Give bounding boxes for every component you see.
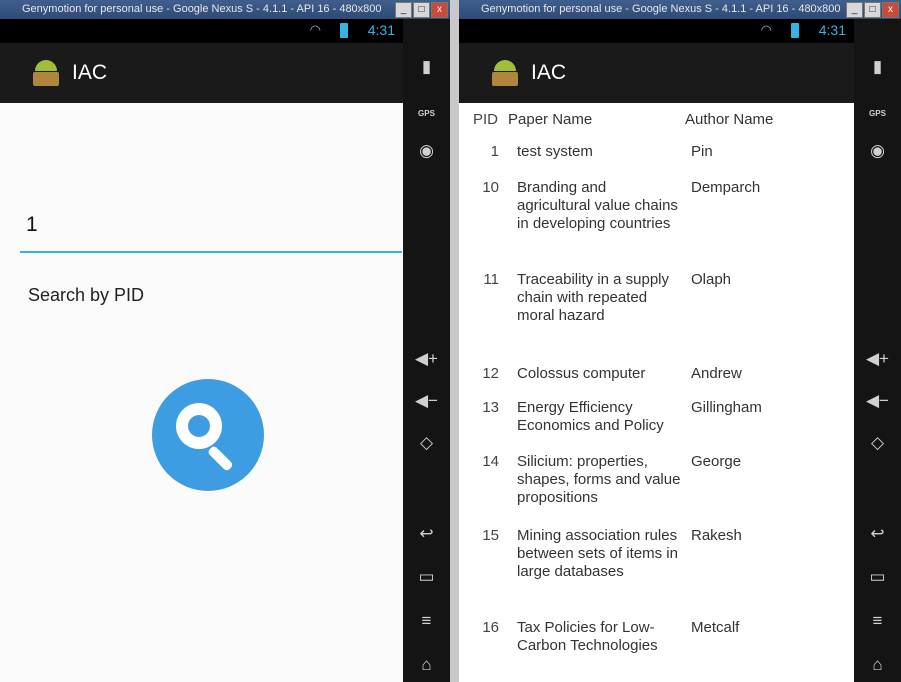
row-paper-name: Traceability in a supply chain with repe… (517, 271, 670, 324)
action-bar: IAC (0, 43, 403, 103)
window-titlebar[interactable]: Genymotion for personal use - Google Nex… (459, 0, 901, 19)
row-author-name: Rakesh (691, 527, 742, 544)
back-icon[interactable]: ↩ (403, 524, 450, 544)
maximize-button[interactable]: □ (413, 2, 430, 18)
row-pid: 16 (482, 619, 499, 636)
row-pid: 12 (482, 365, 499, 382)
window-title: Genymotion for personal use - Google Nex… (22, 3, 382, 15)
header-paper-name: Paper Name (508, 111, 593, 128)
battery-widget-icon[interactable]: ▮ (854, 57, 901, 77)
status-time: 4:31 (818, 22, 846, 38)
back-icon[interactable]: ↩ (854, 524, 901, 544)
header-pid: PID (473, 111, 499, 128)
minimize-button[interactable]: _ (395, 2, 412, 18)
row-author-name: Metcalf (691, 619, 740, 636)
row-pid: 14 (482, 453, 499, 470)
row-paper-name: Branding and agricultural value chains i… (517, 179, 678, 232)
row-author-name: Gillingham (691, 399, 762, 416)
row-pid: 13 (482, 399, 499, 416)
gps-icon[interactable]: GPS (403, 109, 450, 118)
emulator-window-list: Genymotion for personal use - Google Nex… (459, 0, 901, 682)
volume-down-icon[interactable]: ◀− (854, 391, 901, 411)
home-icon[interactable]: ⌂ (854, 655, 901, 675)
android-app-icon[interactable] (491, 60, 519, 86)
window-title: Genymotion for personal use - Google Nex… (481, 3, 841, 15)
menu-icon[interactable]: ≡ (403, 611, 450, 631)
pid-input[interactable] (20, 199, 402, 253)
android-screen: ◠ 4:31 IAC Search by PID (0, 19, 403, 682)
close-button[interactable]: x (431, 2, 448, 18)
row-paper-name: Energy Efficiency Economics and Policy (517, 399, 664, 434)
home-icon[interactable]: ⌂ (403, 655, 450, 675)
rotate-icon[interactable]: ◇ (403, 433, 450, 453)
recent-apps-icon[interactable]: ▭ (854, 567, 901, 587)
action-bar: IAC (459, 43, 854, 103)
gps-icon[interactable]: GPS (854, 109, 901, 118)
battery-icon (340, 23, 348, 38)
status-bar: ◠ 4:31 (0, 19, 403, 43)
wifi-icon: ◠ (760, 22, 772, 37)
status-time: 4:31 (367, 22, 395, 38)
android-app-icon[interactable] (32, 60, 60, 86)
row-author-name: Demparch (691, 179, 761, 196)
rotate-icon[interactable]: ◇ (854, 433, 901, 453)
android-screen: ◠ 4:31 IAC PID Paper Name Author Name 1 … (459, 19, 854, 682)
row-author-name: Pin (691, 143, 713, 160)
row-paper-name: Mining association rules between sets of… (517, 527, 678, 580)
row-author-name: George (691, 453, 742, 470)
emulator-window-search: Genymotion for personal use - Google Nex… (0, 0, 450, 682)
volume-up-icon[interactable]: ◀+ (403, 349, 450, 369)
genymotion-sidebar: ▮ GPS ◉ ◀+ ◀− ◇ ↩ ▭ ≡ ⌂ (854, 19, 901, 682)
wifi-icon: ◠ (309, 22, 321, 37)
genymotion-sidebar: ▮ GPS ◉ ◀+ ◀− ◇ ↩ ▭ ≡ ⌂ (403, 19, 450, 682)
row-paper-name: Colossus computer (517, 365, 646, 382)
row-paper-name: Silicium: properties, shapes, forms and … (517, 453, 681, 506)
close-button[interactable]: x (882, 2, 899, 18)
row-pid: 10 (482, 179, 499, 196)
app-title: IAC (531, 61, 567, 84)
camera-icon[interactable]: ◉ (403, 141, 450, 161)
row-pid: 11 (483, 271, 499, 288)
app-title: IAC (72, 61, 108, 84)
header-author-name: Author Name (685, 111, 774, 128)
maximize-button[interactable]: □ (864, 2, 881, 18)
minimize-button[interactable]: _ (846, 2, 863, 18)
battery-icon (791, 23, 799, 38)
menu-icon[interactable]: ≡ (854, 611, 901, 631)
search-button[interactable] (152, 379, 264, 491)
volume-down-icon[interactable]: ◀− (403, 391, 450, 411)
camera-icon[interactable]: ◉ (854, 141, 901, 161)
row-pid: 1 (490, 143, 499, 160)
status-bar: ◠ 4:31 (459, 19, 854, 43)
volume-up-icon[interactable]: ◀+ (854, 349, 901, 369)
recent-apps-icon[interactable]: ▭ (403, 567, 450, 587)
row-pid: 15 (482, 527, 499, 544)
paper-list[interactable]: PID Paper Name Author Name 1 test system… (459, 103, 854, 682)
row-author-name: Andrew (691, 365, 742, 382)
window-titlebar[interactable]: Genymotion for personal use - Google Nex… (0, 0, 450, 19)
row-paper-name: test system (517, 143, 593, 160)
row-author-name: Olaph (691, 271, 732, 288)
search-by-pid-label: Search by PID (28, 285, 145, 305)
battery-widget-icon[interactable]: ▮ (403, 57, 450, 77)
row-paper-name: Tax Policies for Low-Carbon Technologies (517, 619, 658, 654)
